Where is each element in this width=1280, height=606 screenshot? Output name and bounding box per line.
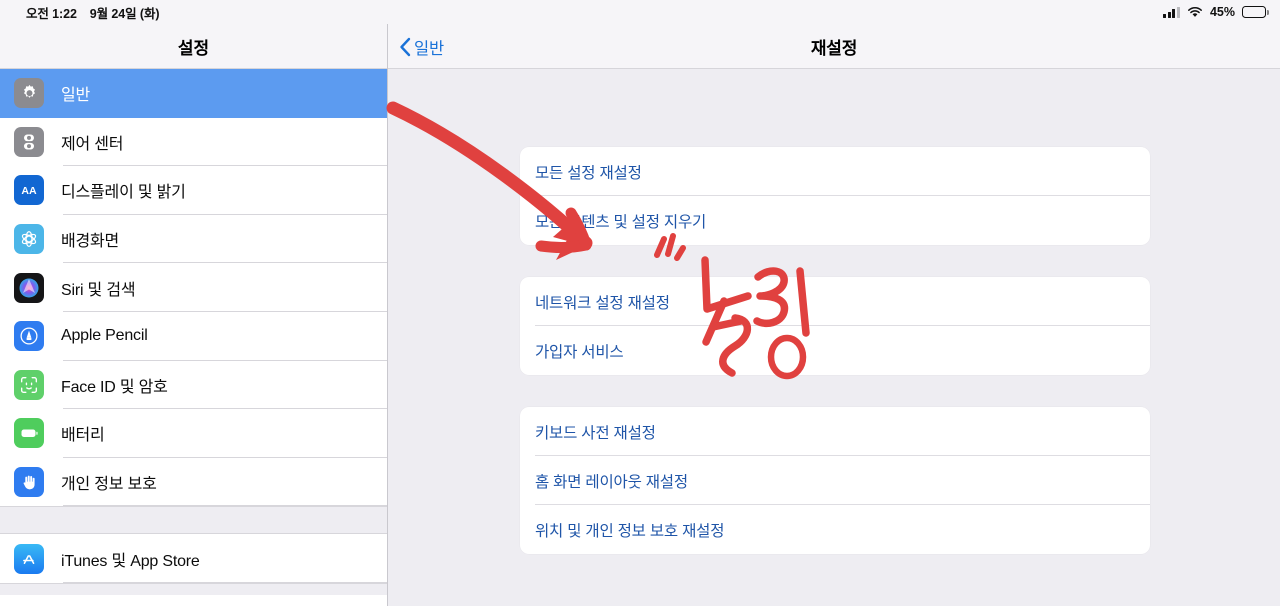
control-center-icon	[14, 126, 44, 157]
sidebar-title: 설정	[0, 24, 387, 69]
sidebar-item-label: 디스플레이 및 밝기	[61, 184, 186, 202]
cellular-signal-icon	[1163, 6, 1180, 18]
sidebar-item-siri-search[interactable]: Siri 및 검색	[0, 263, 387, 312]
sidebar-item-general[interactable]: 일반	[0, 69, 387, 118]
sidebar-item-label: 개인 정보 보호	[61, 476, 157, 494]
apple-pencil-icon	[14, 321, 44, 352]
ipad-settings-screen: 오전 1:22 9월 24일 (화) 45% 설정 일반 제어 센터 AA 디스…	[0, 0, 1280, 606]
privacy-hand-icon	[14, 467, 44, 498]
face-id-icon	[14, 369, 44, 400]
reset-group-3: 키보드 사전 재설정 홈 화면 레이아웃 재설정 위치 및 개인 정보 보호 재…	[520, 407, 1150, 554]
row-label: 키보드 사전 재설정	[535, 424, 656, 442]
settings-sidebar: 설정 일반 제어 센터 AA 디스플레이 및 밝기 배경화면 Siri 및 검색…	[0, 24, 388, 606]
sidebar-item-label: 배경화면	[61, 233, 120, 251]
sidebar-item-privacy[interactable]: 개인 정보 보호	[0, 457, 387, 507]
row-label: 네트워크 설정 재설정	[535, 294, 670, 312]
row-subscriber-services[interactable]: 가입자 서비스	[520, 326, 1150, 375]
status-bar: 오전 1:22 9월 24일 (화) 45%	[0, 0, 1280, 24]
row-reset-all-settings[interactable]: 모든 설정 재설정	[520, 147, 1150, 196]
sidebar-item-label: iTunes 및 App Store	[61, 552, 200, 570]
detail-body: 모든 설정 재설정 모든 콘텐츠 및 설정 지우기 네트워크 설정 재설정 가입…	[388, 69, 1280, 606]
detail-header: 일반 재설정	[388, 24, 1280, 69]
sidebar-item-label: 제어 센터	[61, 135, 124, 153]
display-brightness-icon: AA	[14, 175, 44, 206]
sidebar-item-label: 배터리	[61, 427, 105, 445]
row-label: 홈 화면 레이아웃 재설정	[535, 473, 688, 491]
sidebar-list: 일반 제어 센터 AA 디스플레이 및 밝기 배경화면 Siri 및 검색 Ap…	[0, 69, 387, 595]
row-label: 모든 콘텐츠 및 설정 지우기	[535, 213, 707, 231]
reset-group-2: 네트워크 설정 재설정 가입자 서비스	[520, 277, 1150, 375]
sidebar-group-divider	[0, 506, 387, 535]
row-label: 가입자 서비스	[535, 343, 624, 361]
status-bar-left: 오전 1:22 9월 24일 (화)	[26, 3, 160, 22]
sidebar-item-label: Face ID 및 암호	[61, 378, 168, 396]
row-reset-location-privacy[interactable]: 위치 및 개인 정보 보호 재설정	[520, 505, 1150, 554]
sidebar-item-wallpaper[interactable]: 배경화면	[0, 214, 387, 264]
sidebar-bottom-divider	[0, 582, 387, 595]
reset-group-1: 모든 설정 재설정 모든 콘텐츠 및 설정 지우기	[520, 147, 1150, 245]
sidebar-item-label: Apple Pencil	[61, 327, 148, 345]
reset-detail-pane: 일반 재설정 모든 설정 재설정 모든 콘텐츠 및 설정 지우기 네트워크 설정…	[388, 24, 1280, 606]
sidebar-item-apple-pencil[interactable]: Apple Pencil	[0, 311, 387, 361]
page-title: 재설정	[810, 39, 858, 58]
sidebar-item-battery[interactable]: 배터리	[0, 409, 387, 458]
wifi-icon	[1188, 6, 1202, 17]
sidebar-item-face-id[interactable]: Face ID 및 암호	[0, 360, 387, 410]
sidebar-item-label: Siri 및 검색	[61, 281, 136, 299]
row-reset-keyboard-dictionary[interactable]: 키보드 사전 재설정	[520, 407, 1150, 456]
row-reset-network-settings[interactable]: 네트워크 설정 재설정	[520, 277, 1150, 326]
battery-settings-icon	[14, 418, 44, 449]
status-bar-right: 45%	[1163, 5, 1269, 19]
sidebar-item-display-brightness[interactable]: AA 디스플레이 및 밝기	[0, 166, 387, 215]
sidebar-item-itunes-app-store[interactable]: iTunes 및 App Store	[0, 534, 387, 583]
siri-icon	[14, 272, 44, 303]
status-date: 9월 24일 (화)	[89, 6, 160, 21]
battery-icon	[1242, 6, 1269, 18]
svg-text:AA: AA	[21, 186, 37, 198]
gear-icon	[14, 78, 44, 109]
row-reset-home-screen-layout[interactable]: 홈 화면 레이아웃 재설정	[520, 456, 1150, 505]
sidebar-item-control-center[interactable]: 제어 센터	[0, 117, 387, 167]
status-time: 오전 1:22	[26, 6, 77, 21]
wallpaper-icon	[14, 224, 44, 255]
battery-percent-label: 45%	[1209, 5, 1235, 19]
app-store-icon	[14, 543, 44, 574]
row-erase-all-content[interactable]: 모든 콘텐츠 및 설정 지우기	[520, 196, 1150, 245]
sidebar-item-label: 일반	[61, 87, 91, 105]
row-label: 위치 및 개인 정보 보호 재설정	[535, 522, 725, 540]
row-label: 모든 설정 재설정	[535, 164, 642, 182]
